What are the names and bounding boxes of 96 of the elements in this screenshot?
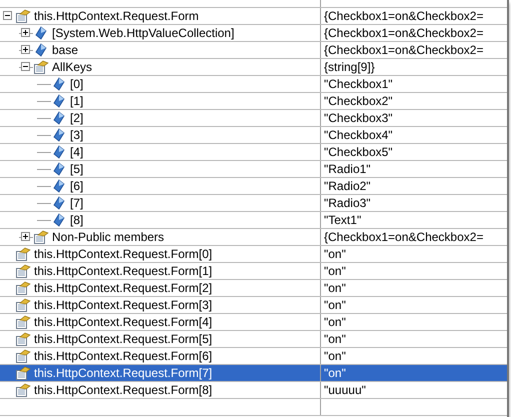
property-icon xyxy=(51,162,67,176)
variable-value: "on" xyxy=(324,349,346,363)
property-icon xyxy=(51,94,67,108)
variable-value: "Checkbox2" xyxy=(324,94,393,108)
expand-toggle[interactable] xyxy=(3,11,12,20)
property-icon xyxy=(33,26,49,40)
variable-value: "Radio1" xyxy=(324,162,371,176)
variable-value: "Checkbox5" xyxy=(324,145,393,159)
variable-value: {Checkbox1=on&Checkbox2= xyxy=(324,26,484,40)
tree-row[interactable]: [6] "Radio2" xyxy=(0,178,507,195)
expand-toggle[interactable] xyxy=(21,45,30,54)
property-icon xyxy=(33,43,49,57)
object-icon xyxy=(33,60,49,74)
variable-name: this.HttpContext.Request.Form[6] xyxy=(34,348,212,364)
variable-value: "Checkbox4" xyxy=(324,128,393,142)
variable-value: "on" xyxy=(324,264,346,278)
variable-name: AllKeys xyxy=(52,59,92,75)
tree-row[interactable]: this.HttpContext.Request.Form[5] "on" xyxy=(0,331,507,348)
tree-row[interactable]: [2] "Checkbox3" xyxy=(0,110,507,127)
variable-name: [System.Web.HttpValueCollection] xyxy=(52,25,234,41)
variable-value: {string[9]} xyxy=(324,60,375,74)
variable-value: "on" xyxy=(324,315,346,329)
tree-row[interactable]: this.HttpContext.Request.Form[8] "uuuuu" xyxy=(0,382,507,399)
tree-row[interactable]: Non-Public members {Checkbox1=on&Checkbox2= xyxy=(0,229,507,246)
property-icon xyxy=(51,179,67,193)
object-icon xyxy=(15,281,31,295)
tree-row[interactable]: this.HttpContext.Request.Form[4] "on" xyxy=(0,314,507,331)
variable-value: "uuuuu" xyxy=(324,383,366,397)
object-icon xyxy=(15,298,31,312)
property-icon xyxy=(51,77,67,91)
tree-row[interactable]: [1] "Checkbox2" xyxy=(0,93,507,110)
property-icon xyxy=(51,145,67,159)
variable-value: "Text1" xyxy=(324,213,362,227)
expand-toggle[interactable] xyxy=(21,28,30,37)
tree-row[interactable]: this.HttpContext.Request.Form {Checkbox1=on&Checkbox2= xyxy=(0,8,507,25)
variable-name: this.HttpContext.Request.Form[1] xyxy=(34,263,212,279)
property-icon xyxy=(51,213,67,227)
variable-name: this.HttpContext.Request.Form[8] xyxy=(34,382,212,398)
tree-row[interactable]: [5] "Radio1" xyxy=(0,161,507,178)
variable-name: this.HttpContext.Request.Form[7] xyxy=(34,365,212,381)
variable-value: "on" xyxy=(324,247,346,261)
variable-name: this.HttpContext.Request.Form[0] xyxy=(34,246,212,262)
object-icon xyxy=(15,315,31,329)
variable-value: "Checkbox3" xyxy=(324,111,393,125)
variable-name: [6] xyxy=(70,178,84,194)
object-icon xyxy=(15,332,31,346)
variable-value: "on" xyxy=(324,366,346,380)
variable-value: {Checkbox1=on&Checkbox2= xyxy=(324,230,484,244)
property-icon xyxy=(51,111,67,125)
tree-row[interactable]: AllKeys {string[9]} xyxy=(0,59,507,76)
variable-value: "Checkbox1" xyxy=(324,77,393,91)
tree-row[interactable]: [3] "Checkbox4" xyxy=(0,127,507,144)
variable-name: this.HttpContext.Request.Form[5] xyxy=(34,331,212,347)
tree-row[interactable]: base {Checkbox1=on&Checkbox2= xyxy=(0,42,507,59)
property-icon xyxy=(51,128,67,142)
object-icon xyxy=(15,247,31,261)
object-icon xyxy=(15,349,31,363)
variable-name: this.HttpContext.Request.Form xyxy=(34,8,199,24)
tree-row[interactable]: [System.Web.HttpValueCollection] {Checkbox1=on&Checkbox2= xyxy=(0,25,507,42)
tree-row[interactable]: [8] "Text1" xyxy=(0,212,507,229)
object-icon xyxy=(15,264,31,278)
property-icon xyxy=(51,196,67,210)
variable-name: this.HttpContext.Request.Form[3] xyxy=(34,297,212,313)
variable-name: [0] xyxy=(70,76,84,92)
object-icon xyxy=(15,383,31,397)
tree-row[interactable]: this.HttpContext.Request.Form[3] "on" xyxy=(0,297,507,314)
variable-name: [5] xyxy=(70,161,84,177)
object-icon xyxy=(15,366,31,380)
variable-value: {Checkbox1=on&Checkbox2= xyxy=(324,9,484,23)
variable-value: "Radio2" xyxy=(324,179,371,193)
expand-toggle[interactable] xyxy=(21,232,30,241)
variable-name: [4] xyxy=(70,144,84,160)
variable-name: this.HttpContext.Request.Form[2] xyxy=(34,280,212,296)
variable-name: [3] xyxy=(70,127,84,143)
variable-name: [8] xyxy=(70,212,84,228)
variable-value: "Radio3" xyxy=(324,196,371,210)
variable-name: [2] xyxy=(70,110,84,126)
variable-value: "on" xyxy=(324,298,346,312)
variable-value: "on" xyxy=(324,281,346,295)
tree-row[interactable]: [4] "Checkbox5" xyxy=(0,144,507,161)
variable-value: "on" xyxy=(324,332,346,346)
object-icon xyxy=(33,230,49,244)
variable-name: [1] xyxy=(70,93,84,109)
tree-row[interactable]: this.HttpContext.Request.Form[2] "on" xyxy=(0,280,507,297)
tree-row[interactable]: this.HttpContext.Request.Form[0] "on" xyxy=(0,246,507,263)
expand-toggle[interactable] xyxy=(21,62,30,71)
variable-name: [7] xyxy=(70,195,84,211)
tree-row[interactable]: [7] "Radio3" xyxy=(0,195,507,212)
tree-row[interactable]: [0] "Checkbox1" xyxy=(0,76,507,93)
tree-row[interactable]: this.HttpContext.Request.Form[7] "on" xyxy=(0,365,507,382)
variable-name: Non-Public members xyxy=(52,229,164,245)
object-icon xyxy=(15,9,31,23)
tree-row[interactable]: this.HttpContext.Request.Form[1] "on" xyxy=(0,263,507,280)
variable-name: base xyxy=(52,42,78,58)
variable-name: this.HttpContext.Request.Form[4] xyxy=(34,314,212,330)
variable-value: {Checkbox1=on&Checkbox2= xyxy=(324,43,484,57)
